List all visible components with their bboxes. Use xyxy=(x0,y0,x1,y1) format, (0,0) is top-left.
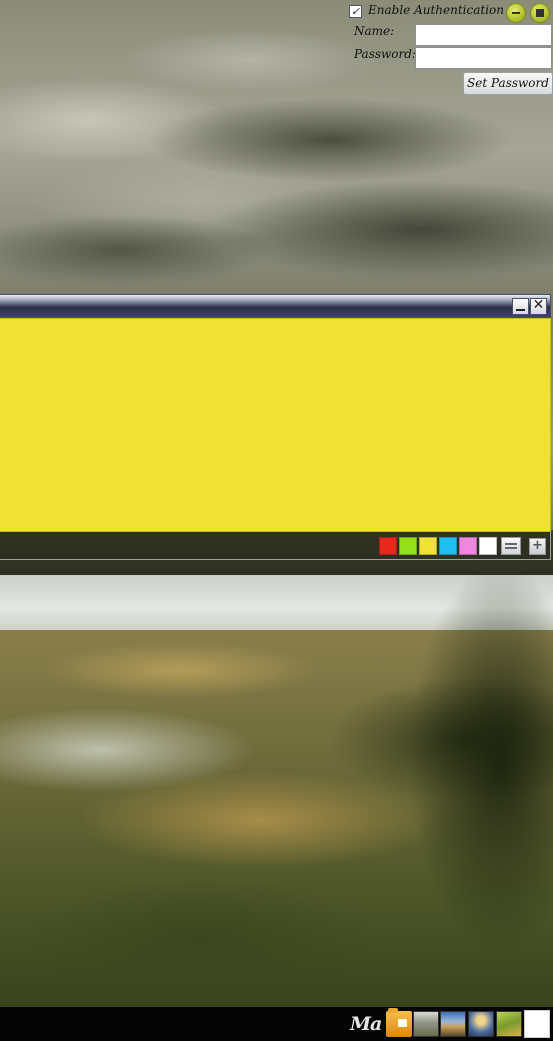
set-password-button[interactable]: Set Password xyxy=(463,72,553,95)
note-text-area[interactable] xyxy=(0,318,551,532)
enable-authentication-checkbox[interactable]: ✓ xyxy=(349,5,362,18)
password-label: Password: xyxy=(354,47,416,61)
color-swatch-yellow[interactable] xyxy=(419,537,437,555)
color-swatch-pink[interactable] xyxy=(459,537,477,555)
password-input[interactable] xyxy=(415,47,552,69)
wallpaper-tree xyxy=(380,560,553,1007)
color-swatch-red[interactable] xyxy=(379,537,397,555)
enable-authentication-label: Enable Authentication xyxy=(368,3,505,17)
note-titlebar[interactable]: ✕ xyxy=(0,294,551,318)
wallpaper-thumb-sunset[interactable] xyxy=(468,1011,494,1037)
note-minimize-button[interactable] xyxy=(512,298,529,315)
email-note-icon[interactable] xyxy=(501,537,521,555)
blank-window[interactable] xyxy=(524,1010,550,1038)
name-input[interactable] xyxy=(415,24,552,46)
sticky-note-window: ✕ + xyxy=(0,294,551,562)
note-close-button[interactable]: ✕ xyxy=(530,297,547,315)
color-swatch-cyan[interactable] xyxy=(439,537,457,555)
folder-icon[interactable] xyxy=(386,1008,412,1037)
square-circle-icon xyxy=(536,9,544,17)
close-icon: ✕ xyxy=(532,297,545,313)
wallpaper-thumb-field[interactable] xyxy=(496,1011,522,1037)
note-toolbar: + xyxy=(0,532,551,560)
minimize-icon xyxy=(516,309,525,311)
color-swatch-green[interactable] xyxy=(399,537,417,555)
minimize-widget-button[interactable] xyxy=(506,3,526,23)
minus-circle-icon xyxy=(512,12,520,14)
maximize-widget-button[interactable] xyxy=(530,3,550,23)
wallpaper-thumb-coast[interactable] xyxy=(440,1011,466,1037)
name-label: Name: xyxy=(354,24,395,38)
taskbar-logo[interactable]: Ma xyxy=(350,1013,382,1035)
wallpaper-thumb-lake[interactable] xyxy=(413,1011,439,1037)
taskbar: Ma xyxy=(0,1007,553,1041)
color-swatch-white[interactable] xyxy=(479,537,497,555)
authentication-widget: ✓ Enable Authentication Name: Password: … xyxy=(345,0,553,100)
add-note-icon[interactable]: + xyxy=(529,538,546,555)
